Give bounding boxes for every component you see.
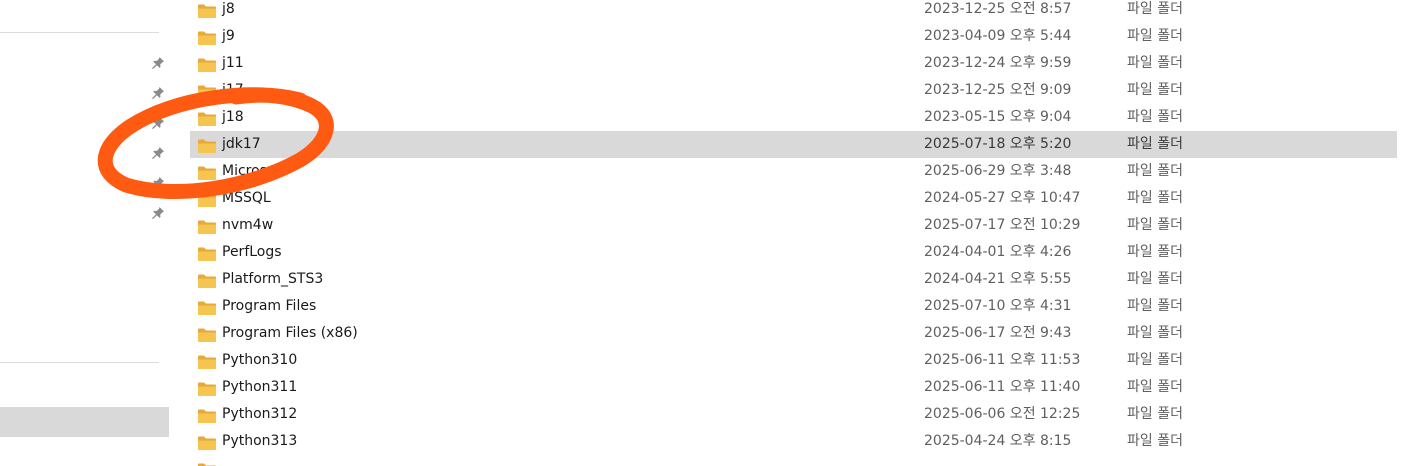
modified-date: 2025-06-11 오후 11:53 (924, 352, 1081, 368)
folder-icon (197, 434, 217, 450)
folder-icon (197, 29, 217, 45)
file-type: 파일 폴더 (1127, 55, 1183, 71)
table-row[interactable]: Program Files 2025-07-10 오후 4:31 파일 폴더 (190, 293, 1397, 320)
table-row[interactable]: Program Files (x86) 2025-06-17 오전 9:43 파일 … (190, 320, 1397, 347)
folder-icon (197, 164, 217, 180)
file-name: Platform_STS3 (222, 271, 324, 287)
table-row[interactable]: j8 2023-12-25 오전 8:57 파일 폴더 (190, 0, 1397, 23)
folder-icon (197, 272, 217, 288)
file-name: Python311 (222, 379, 298, 395)
file-name: Python312 (222, 406, 298, 422)
table-row[interactable]: j18 2023-05-15 오후 9:04 파일 폴더 (190, 104, 1397, 131)
folder-icon (197, 56, 217, 72)
file-name: Program Files (x86) (222, 325, 358, 341)
file-type: 파일 폴더 (1127, 433, 1183, 449)
table-row[interactable]: Microsoft 2025-06-29 오후 3:48 파일 폴더 (190, 158, 1397, 185)
folder-icon (197, 137, 217, 153)
file-name: j9 (222, 28, 235, 44)
file-name: Python313 (222, 433, 298, 449)
table-row[interactable]: j9 2023-04-09 오후 5:44 파일 폴더 (190, 23, 1397, 50)
file-type: 파일 폴더 (1127, 298, 1183, 314)
modified-date: 2023-12-24 오후 9:59 (924, 55, 1072, 71)
table-row[interactable]: j11 2023-12-24 오후 9:59 파일 폴더 (190, 50, 1397, 77)
pin-icon[interactable] (150, 85, 166, 101)
folder-icon (197, 191, 217, 207)
file-explorer-window: j8 2023-12-25 오전 8:57 파일 폴더 j9 2023-04-09 오후… (0, 0, 1405, 466)
modified-date: 2024-05-27 오후 10:47 (924, 190, 1081, 206)
table-row[interactable]: Python310 2025-06-11 오후 11:53 파일 폴더 (190, 347, 1397, 374)
file-type: 파일 폴더 (1127, 1, 1183, 17)
pin-icon[interactable] (150, 175, 166, 191)
file-type: 파일 폴더 (1127, 217, 1183, 233)
modified-date: 2025-06-11 오후 11:40 (924, 379, 1081, 395)
pin-icon[interactable] (150, 205, 166, 221)
table-row[interactable]: MSSQL 2024-05-27 오후 10:47 파일 폴더 (190, 185, 1397, 212)
table-row[interactable]: j17 2023-12-25 오전 9:09 파일 폴더 (190, 77, 1397, 104)
table-row[interactable]: Python312 2025-06-06 오전 12:25 파일 폴더 (190, 401, 1397, 428)
modified-date: 2025-07-17 오전 10:29 (924, 217, 1081, 233)
folder-icon (197, 353, 217, 369)
file-type: 파일 폴더 (1127, 352, 1183, 368)
file-name: j17 (222, 82, 244, 98)
modified-date: 2025-06-29 오후 3:48 (924, 163, 1072, 179)
file-name: MSSQL (222, 190, 271, 206)
file-type: 파일 폴더 (1127, 325, 1183, 341)
table-row[interactable]: nvm4w 2025-07-17 오전 10:29 파일 폴더 (190, 212, 1397, 239)
folder-icon (197, 299, 217, 315)
file-name: Microsoft (222, 163, 286, 179)
folder-icon (197, 407, 217, 423)
file-type: 파일 폴더 (1127, 379, 1183, 395)
modified-date: 2025-07-10 오후 4:31 (924, 298, 1072, 314)
modified-date: 2023-04-09 오후 5:44 (924, 28, 1072, 44)
file-type: 파일 폴더 (1127, 82, 1183, 98)
file-type: 파일 폴더 (1127, 163, 1183, 179)
sidebar-divider (0, 32, 159, 33)
table-row[interactable]: Platform_STS3 2024-04-21 오후 5:55 파일 폴더 (190, 266, 1397, 293)
table-row[interactable] (190, 455, 1397, 466)
modified-date: 2023-05-15 오후 9:04 (924, 109, 1072, 125)
table-row-selected[interactable]: jdk17 2025-07-18 오후 5:20 파일 폴더 (190, 131, 1397, 158)
file-type: 파일 폴더 (1127, 190, 1183, 206)
table-row[interactable]: Python311 2025-06-11 오후 11:40 파일 폴더 (190, 374, 1397, 401)
file-name: Program Files (222, 298, 317, 314)
modified-date: 2024-04-01 오후 4:26 (924, 244, 1072, 260)
folder-icon (197, 110, 217, 126)
file-list: j8 2023-12-25 오전 8:57 파일 폴더 j9 2023-04-09 오후… (190, 0, 1405, 466)
sidebar-divider (0, 362, 159, 363)
file-type: 파일 폴더 (1127, 244, 1183, 260)
sidebar-item-selected[interactable] (0, 407, 169, 437)
file-name: j11 (222, 55, 244, 71)
folder-icon (197, 326, 217, 342)
file-type: 파일 폴더 (1127, 136, 1183, 152)
table-row[interactable]: Python313 2025-04-24 오후 8:15 파일 폴더 (190, 428, 1397, 455)
pin-icon[interactable] (150, 145, 166, 161)
file-name: Python310 (222, 352, 298, 368)
folder-icon (197, 380, 217, 396)
modified-date: 2023-12-25 오전 9:09 (924, 82, 1072, 98)
modified-date: 2025-06-06 오전 12:25 (924, 406, 1081, 422)
file-type: 파일 폴더 (1127, 109, 1183, 125)
modified-date: 2025-06-17 오전 9:43 (924, 325, 1072, 341)
pin-icon[interactable] (150, 55, 166, 71)
pin-icon[interactable] (150, 115, 166, 131)
folder-icon (197, 461, 217, 466)
file-name: j8 (222, 1, 235, 17)
file-name: jdk17 (222, 136, 261, 152)
file-type: 파일 폴더 (1127, 271, 1183, 287)
modified-date: 2024-04-21 오후 5:55 (924, 271, 1072, 287)
navigation-pane (0, 0, 172, 466)
folder-icon (197, 83, 217, 99)
file-type: 파일 폴더 (1127, 406, 1183, 422)
file-type: 파일 폴더 (1127, 28, 1183, 44)
folder-icon (197, 2, 217, 18)
modified-date: 2025-07-18 오후 5:20 (924, 136, 1072, 152)
modified-date: 2023-12-25 오전 8:57 (924, 1, 1072, 17)
table-row[interactable]: PerfLogs 2024-04-01 오후 4:26 파일 폴더 (190, 239, 1397, 266)
file-name: j18 (222, 109, 244, 125)
file-name: PerfLogs (222, 244, 282, 260)
folder-icon (197, 218, 217, 234)
file-name: nvm4w (222, 217, 274, 233)
modified-date: 2025-04-24 오후 8:15 (924, 433, 1072, 449)
folder-icon (197, 245, 217, 261)
